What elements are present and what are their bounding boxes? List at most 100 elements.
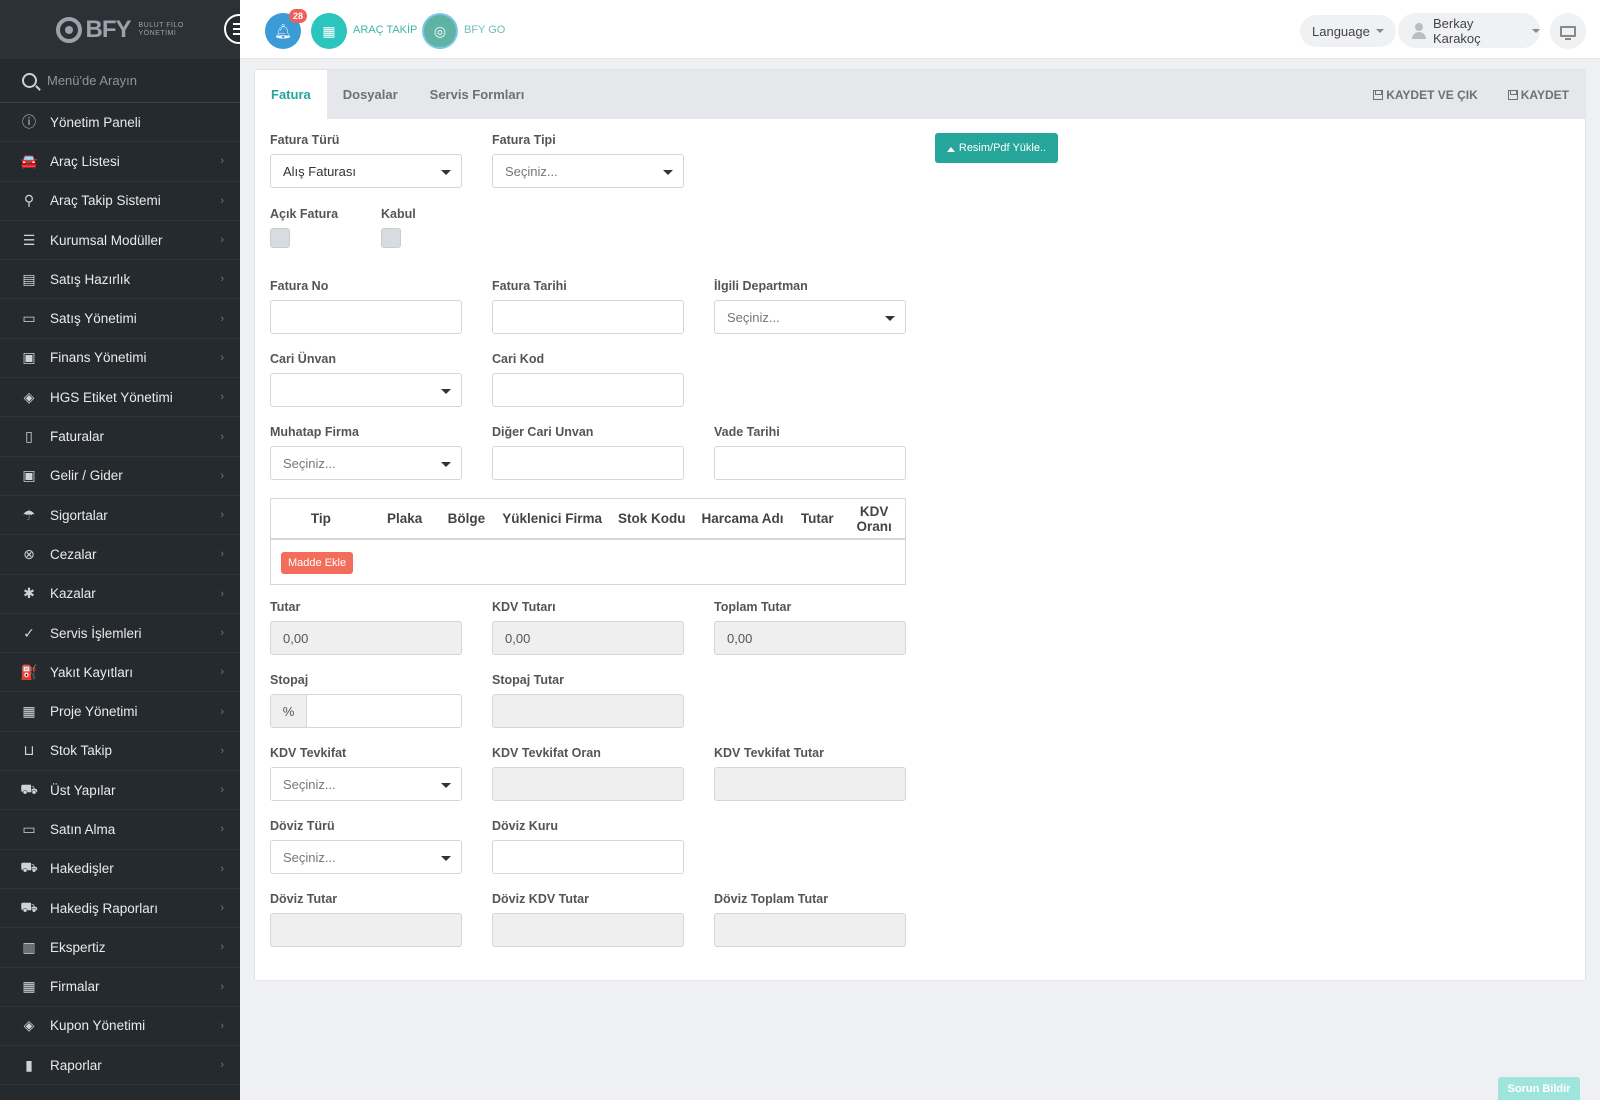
bfy-go-link[interactable]: BFY GO [464, 24, 505, 36]
sidebar-item[interactable]: ☰ Kurumsal Modüller › [0, 221, 240, 261]
save-button[interactable]: KAYDET [1507, 88, 1569, 102]
sidebar-item-label: Kurumsal Modüller [50, 232, 163, 248]
doviz-kuru-field: Döviz Kuru [492, 819, 684, 874]
cari-unvan-select[interactable] [270, 373, 462, 407]
kdv-tutari-value: 0,00 [505, 630, 531, 646]
column-kdv-orani: KDV Oranı [856, 503, 892, 534]
doviz-turu-select[interactable]: Seçiniz... [270, 840, 462, 874]
sidebar-item[interactable]: ▦ Firmalar › [0, 968, 240, 1007]
arac-takip-link[interactable]: ARAÇ TAKİP [353, 24, 417, 36]
acik-fatura-checkbox[interactable] [270, 228, 290, 248]
kdv-tevkifat-tutar-field: KDV Tevkifat Tutar [714, 746, 906, 801]
cari-kod-input[interactable] [492, 373, 684, 407]
sidebar-item[interactable]: ☂ Sigortalar › [0, 496, 240, 536]
sidebar-item[interactable]: ▯ Faturalar › [0, 417, 240, 457]
arac-takip-button[interactable]: ▦ [311, 13, 347, 49]
sidebar-item[interactable]: ⛟ Hakediş Raporları › [0, 889, 240, 929]
sidebar: BFY BULUT FİLO YÖNETİMİ Menü'de Arayın ⓘ… [0, 0, 254, 1100]
sidebar-item[interactable]: ⛟ Üst Yapılar › [0, 771, 240, 811]
notification-count-badge: 28 [288, 9, 307, 23]
fatura-no-input[interactable] [270, 300, 462, 334]
fatura-tarihi-field: Fatura Tarihi [492, 279, 684, 334]
fatura-tipi-select[interactable]: Seçiniz... [492, 154, 684, 188]
column-tip: Tip [310, 511, 331, 526]
chevron-right-icon: › [220, 155, 224, 168]
report-issue-button[interactable]: Sorun Bildir [1498, 1077, 1580, 1100]
tab-bar: Fatura Dosyalar Servis Formları KAYDET V… [255, 70, 1585, 119]
sidebar-item[interactable]: ⛽ Yakıt Kayıtları › [0, 653, 240, 693]
language-dropdown[interactable]: Language [1300, 15, 1396, 47]
add-item-button[interactable]: Madde Ekle [281, 552, 354, 574]
sidebar-item[interactable]: ▮ Raporlar › [0, 1046, 240, 1086]
sidebar-item[interactable]: ⊔ Stok Takip › [0, 732, 240, 772]
kdv-tevkifat-select[interactable]: Seçiniz... [270, 767, 462, 801]
briefcase-icon: ▦ [22, 703, 36, 720]
muhatap-firma-select[interactable]: Seçiniz... [270, 446, 462, 480]
ilgili-departman-select[interactable]: Seçiniz... [714, 300, 906, 334]
sidebar-item[interactable]: ◈ Kupon Yönetimi › [0, 1007, 240, 1047]
sidebar-item[interactable]: ⚲ Araç Takip Sistemi › [0, 182, 240, 221]
car-crash-icon: ✱ [23, 585, 35, 602]
menu-search[interactable]: Menü'de Arayın [0, 59, 240, 103]
sidebar-item-label: Proje Yönetimi [50, 704, 138, 720]
user-menu[interactable]: Berkay Karakoç [1398, 13, 1540, 48]
sidebar-item[interactable]: ▣ Gelir / Gider › [0, 457, 240, 496]
fatura-tarihi-input[interactable] [492, 300, 684, 334]
sidebar-item[interactable]: ⊗ Cezalar › [0, 535, 240, 575]
sidebar-item[interactable]: ▭ Satın Alma › [0, 810, 240, 850]
sidebar-item[interactable]: ▣ Finans Yönetimi › [0, 339, 240, 379]
sidebar-item[interactable]: ✱ Kazalar › [0, 575, 240, 614]
fatura-tipi-label: Fatura Tipi [492, 133, 556, 147]
doviz-kdv-tutar-input [492, 913, 684, 947]
diger-cari-unvan-field: Diğer Cari Unvan [492, 425, 684, 480]
stopaj-input[interactable] [307, 695, 461, 727]
chevron-right-icon: › [220, 823, 224, 836]
sidebar-item[interactable]: ▤ Satış Hazırlık › [0, 260, 240, 300]
diger-cari-unvan-label: Diğer Cari Unvan [492, 425, 594, 439]
upload-button[interactable]: Resim/Pdf Yükle.. [935, 133, 1058, 163]
sidebar-item[interactable]: ⓘ Yönetim Paneli [0, 103, 240, 143]
chevron-right-icon: › [220, 587, 224, 600]
doviz-turu-label: Döviz Türü [270, 819, 335, 833]
column-harcama-adi: Harcama Adı [701, 511, 784, 526]
tab-fatura[interactable]: Fatura [255, 70, 327, 119]
tutar-input: 0,00 [270, 621, 462, 655]
tab-servis-formlari[interactable]: Servis Formları [414, 70, 541, 119]
sidebar-item-label: Kupon Yönetimi [50, 1018, 146, 1034]
chevron-right-icon: › [220, 1019, 224, 1032]
upload-label: Resim/Pdf Yükle.. [958, 142, 1047, 154]
fullscreen-button[interactable] [1550, 13, 1586, 49]
bfy-go-button[interactable]: ◎ [422, 13, 458, 49]
notifications-button[interactable]: 🔔︎ 28 [265, 9, 307, 49]
fatura-turu-select[interactable]: Alış Faturası [270, 154, 462, 188]
car-icon: 🚘 [20, 152, 38, 169]
sidebar-item[interactable]: ⛟ Hakedişler › [0, 850, 240, 889]
sidebar-item[interactable]: ✓ Servis İşlemleri › [0, 614, 240, 654]
save-exit-button[interactable]: KAYDET VE ÇIK [1373, 88, 1478, 102]
chevron-down-icon [885, 316, 895, 321]
doviz-kuru-input[interactable] [492, 840, 684, 874]
logo[interactable]: BFY BULUT FİLO YÖNETİMİ [55, 16, 185, 44]
sidebar-item[interactable]: ▦ Proje Yönetimi › [0, 692, 240, 732]
sidebar-item[interactable]: ▭ Satış Yönetimi › [0, 299, 240, 339]
sidebar-item[interactable]: 🚘 Araç Listesi › [0, 142, 240, 182]
chevron-down-icon [441, 170, 451, 175]
diger-cari-unvan-input[interactable] [492, 446, 684, 480]
language-label: Language [1312, 23, 1370, 39]
column-bolge: Bölge [447, 511, 486, 526]
tab-dosyalar[interactable]: Dosyalar [327, 70, 414, 119]
fatura-tipi-placeholder: Seçiniz... [505, 163, 558, 179]
chevron-down-icon [441, 856, 451, 861]
sidebar-item[interactable]: ▥ Ekspertiz › [0, 928, 240, 968]
sidebar-item[interactable]: ◈ HGS Etiket Yönetimi › [0, 378, 240, 418]
toplam-tutar-value: 0,00 [727, 630, 753, 646]
muhatap-firma-label: Muhatap Firma [270, 425, 359, 439]
sidebar-item-label: Satış Yönetimi [50, 311, 137, 327]
kabul-checkbox[interactable] [381, 228, 401, 248]
vade-tarihi-input[interactable] [714, 446, 906, 480]
chevron-right-icon: › [220, 744, 224, 757]
map-icon: ▦ [322, 22, 336, 39]
chevron-right-icon: › [220, 902, 224, 915]
chevron-right-icon: › [220, 666, 224, 679]
toplam-tutar-input: 0,00 [714, 621, 906, 655]
